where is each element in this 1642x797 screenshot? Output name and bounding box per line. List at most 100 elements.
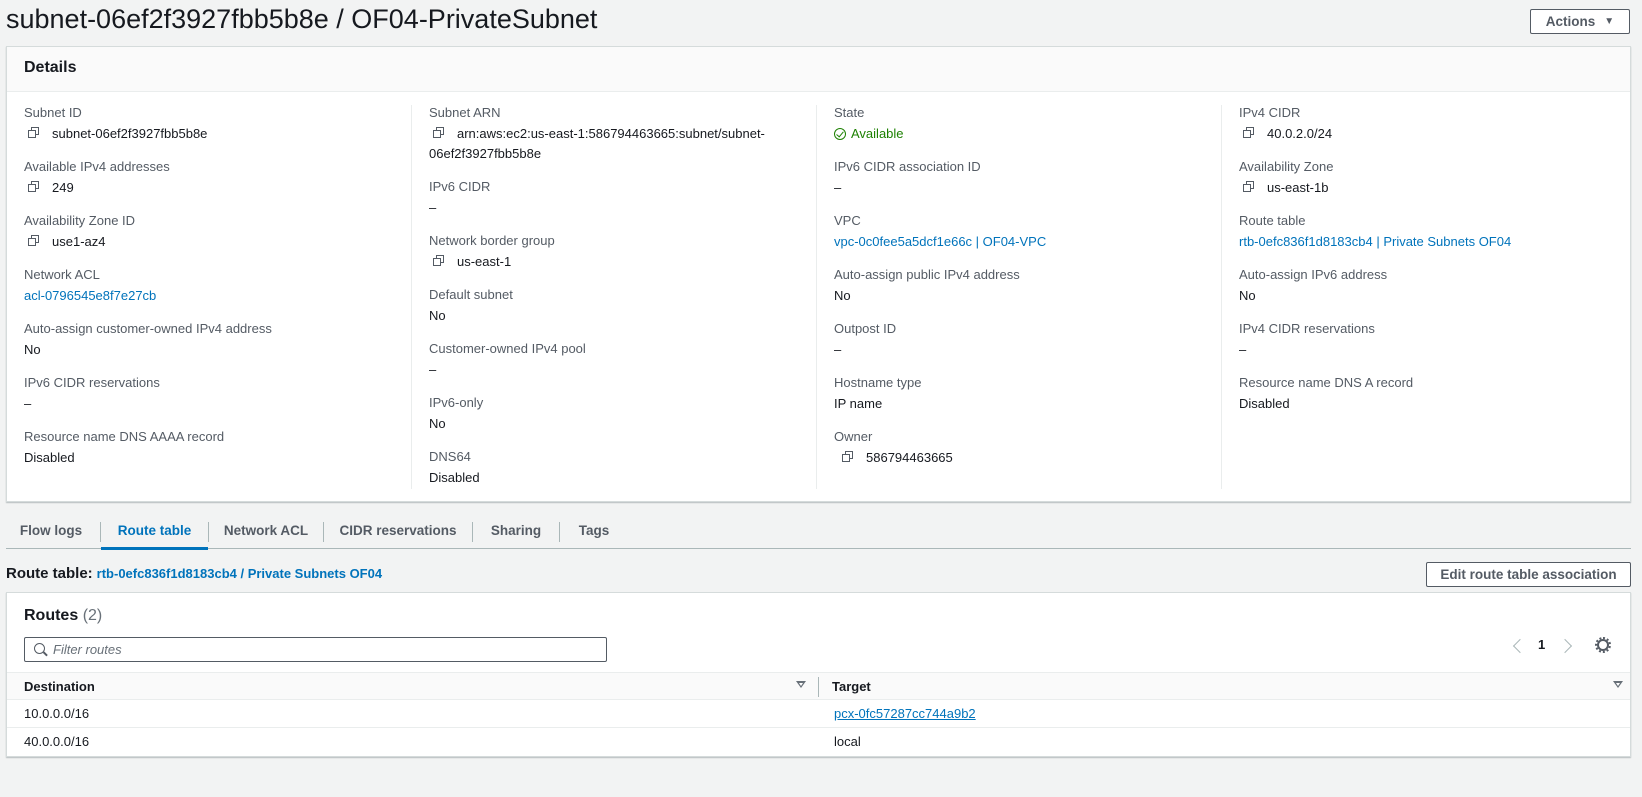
filter-routes-field — [24, 637, 607, 662]
field-customer-ipv4-pool: Customer-owned IPv4 pool – — [429, 341, 819, 380]
subnet-id-value: subnet-06ef2f3927fbb5b8e — [52, 126, 208, 141]
field-label: Default subnet — [429, 287, 513, 302]
route-destination: 40.0.0.0/16 — [24, 734, 90, 749]
field-label: VPC — [834, 213, 861, 228]
network-acl-link[interactable]: acl-0796545e8f7e27cb — [24, 286, 156, 306]
dns-aaaa-value: Disabled — [24, 450, 75, 465]
details-panel: Details Subnet ID subnet-06ef2f3927fbb5b… — [6, 46, 1631, 502]
copy-icon[interactable] — [433, 127, 445, 139]
field-route-table: Route table rtb-0efc836f1d8183cb4 | Priv… — [1239, 213, 1629, 252]
field-label: Subnet ARN — [429, 105, 501, 120]
vpc-link[interactable]: vpc-0c0fee5a5dcf1e66c | OF04-VPC — [834, 232, 1046, 252]
state-value: Available — [851, 126, 904, 141]
ipv4-cidr-value: 40.0.2.0/24 — [1267, 126, 1333, 141]
field-label: IPv6 CIDR association ID — [834, 159, 981, 174]
tab-cidr-reservations[interactable]: CIDR reservations — [324, 514, 472, 548]
field-label: IPv6 CIDR reservations — [24, 375, 160, 390]
tab-route-table[interactable]: Route table — [101, 514, 208, 550]
field-auto-assign-public-ipv4: Auto-assign public IPv4 address No — [834, 267, 1224, 306]
field-label: Availability Zone ID — [24, 213, 136, 228]
field-ipv6-assoc-id: IPv6 CIDR association ID – — [834, 159, 1224, 198]
field-label: DNS64 — [429, 449, 471, 464]
chevron-right-icon[interactable] — [1557, 638, 1573, 654]
actions-button-label: Actions — [1545, 14, 1596, 29]
page-number[interactable]: 1 — [1538, 637, 1545, 652]
route-table-heading: Route table: rtb-0efc836f1d8183cb4 / Priv… — [6, 565, 382, 582]
ipv6-cidr-value: – — [429, 200, 437, 215]
search-icon — [34, 643, 45, 654]
status-badge: Available — [834, 124, 904, 144]
details-header — [7, 47, 1630, 92]
field-hostname-type: Hostname type IP name — [834, 375, 1224, 414]
tab-sharing[interactable]: Sharing — [473, 514, 559, 548]
auto-assign-customer-ipv4-value: No — [24, 342, 41, 357]
routes-title-label: Routes — [24, 607, 79, 624]
filter-routes-input[interactable] — [53, 638, 593, 661]
copy-icon[interactable] — [28, 235, 40, 247]
field-dns-a: Resource name DNS A record Disabled — [1239, 375, 1629, 414]
network-border-group-value: us-east-1 — [457, 254, 512, 269]
actions-button[interactable]: Actions ▼ — [1530, 9, 1630, 34]
field-subnet-id: Subnet ID subnet-06ef2f3927fbb5b8e — [24, 105, 414, 144]
copy-icon[interactable] — [1243, 181, 1255, 193]
column-resizer[interactable] — [818, 677, 819, 697]
column-header-destination[interactable]: Destination — [24, 679, 95, 694]
subnet-arn-value-line2: 06ef2f3927fbb5b8e — [429, 146, 542, 161]
route-table-heading-label: Route table: — [6, 565, 93, 582]
field-label: IPv6-only — [429, 395, 484, 410]
field-az: Availability Zone us-east-1b — [1239, 159, 1629, 198]
detail-tabs: Flow logs Route table Network ACL CIDR r… — [6, 514, 1631, 550]
settings-gear-icon[interactable] — [1595, 637, 1611, 653]
ipv4-cidr-reservations-value: – — [1239, 342, 1247, 357]
field-label: Auto-assign IPv6 address — [1239, 267, 1388, 282]
route-destination: 10.0.0.0/16 — [24, 706, 90, 721]
copy-icon[interactable] — [28, 127, 40, 139]
tab-tags[interactable]: Tags — [560, 514, 628, 548]
sort-icon[interactable] — [1613, 681, 1623, 688]
dns64-value: Disabled — [429, 470, 480, 485]
field-label: Network border group — [429, 233, 555, 248]
field-label: Auto-assign customer-owned IPv4 address — [24, 321, 272, 336]
page-title: subnet-06ef2f3927fbb5b8e / OF04-PrivateS… — [6, 4, 598, 34]
field-label: Subnet ID — [24, 105, 82, 120]
route-table-link[interactable]: rtb-0efc836f1d8183cb4 | Private Subnets … — [1239, 232, 1511, 252]
field-auto-assign-ipv6: Auto-assign IPv6 address No — [1239, 267, 1629, 306]
routes-title: Routes (2) — [24, 607, 102, 625]
copy-icon[interactable] — [842, 451, 854, 463]
copy-icon[interactable] — [28, 181, 40, 193]
route-table-heading-link[interactable]: rtb-0efc836f1d8183cb4 / Private Subnets … — [97, 566, 382, 581]
field-state: State Available — [834, 105, 1224, 144]
field-ipv4-cidr-reservations: IPv4 CIDR reservations – — [1239, 321, 1629, 360]
field-label: IPv6 CIDR — [429, 179, 491, 194]
caret-down-icon: ▼ — [1604, 16, 1615, 27]
copy-icon[interactable] — [433, 255, 445, 267]
route-target-link[interactable]: pcx-0fc57287cc744a9b2 — [834, 706, 976, 721]
tab-flow-logs[interactable]: Flow logs — [6, 514, 96, 548]
chevron-left-icon[interactable] — [1512, 638, 1528, 654]
field-ipv4-cidr: IPv4 CIDR 40.0.2.0/24 — [1239, 105, 1629, 144]
sort-icon[interactable] — [796, 681, 806, 688]
tab-network-acl[interactable]: Network ACL — [209, 514, 323, 548]
details-title: Details — [24, 59, 77, 76]
dns-a-value: Disabled — [1239, 396, 1290, 411]
column-header-target[interactable]: Target — [832, 679, 871, 694]
edit-route-table-association-button[interactable]: Edit route table association — [1426, 562, 1631, 587]
copy-icon[interactable] — [1243, 127, 1255, 139]
field-ipv6-cidr-reservations: IPv6 CIDR reservations – — [24, 375, 414, 414]
field-label: Available IPv4 addresses — [24, 159, 170, 174]
default-subnet-value: No — [429, 308, 446, 323]
field-available-ipv4: Available IPv4 addresses 249 — [24, 159, 414, 198]
field-network-acl: Network ACL acl-0796545e8f7e27cb — [24, 267, 414, 306]
field-az-id: Availability Zone ID use1-az4 — [24, 213, 414, 252]
field-dns-aaaa: Resource name DNS AAAA record Disabled — [24, 429, 414, 468]
route-target: local — [834, 734, 861, 749]
field-label: Customer-owned IPv4 pool — [429, 341, 586, 356]
customer-ipv4-pool-value: – — [429, 362, 437, 377]
field-subnet-arn: Subnet ARN arn:aws:ec2:us-east-1:5867944… — [429, 105, 819, 164]
field-dns64: DNS64 Disabled — [429, 449, 819, 488]
field-label: Route table — [1239, 213, 1306, 228]
field-label: Auto-assign public IPv4 address — [834, 267, 1020, 282]
subnet-arn-value-line1: arn:aws:ec2:us-east-1:586794463665:subne… — [457, 126, 765, 141]
routes-panel: Routes (2) 1 Destination Target 10.0.0.0… — [6, 592, 1631, 757]
field-label: Owner — [834, 429, 873, 444]
